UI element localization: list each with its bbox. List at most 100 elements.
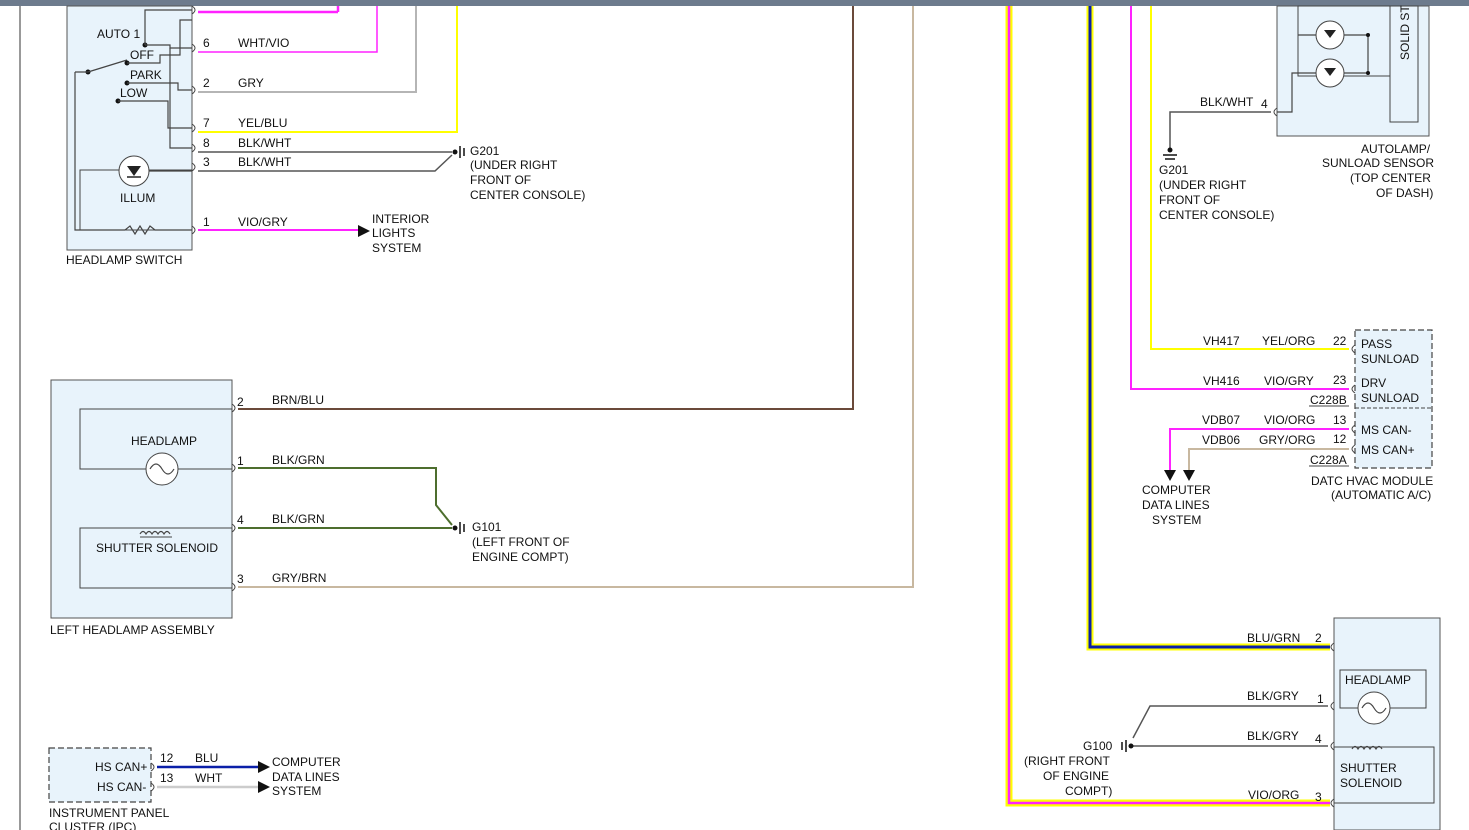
- switch-position-park: PARK: [130, 68, 162, 82]
- datc-dest: DATA LINES: [1142, 498, 1210, 512]
- wire-label-yel-org: YEL/ORG: [1262, 334, 1315, 348]
- pin-6: 6: [203, 36, 210, 50]
- g101-loc: (LEFT FRONT OF: [472, 535, 570, 549]
- datc-hvac-module: PASS SUNLOAD DRV SUNLOAD MS CAN- MS CAN+…: [1142, 329, 1433, 527]
- datc-ms-can-plus: MS CAN+: [1361, 443, 1415, 457]
- datc-drv-sunload: SUNLOAD: [1361, 391, 1419, 405]
- autolamp-name: (TOP CENTER: [1350, 171, 1431, 185]
- datc-pass: PASS: [1361, 337, 1392, 351]
- circuit-vdb07: VDB07: [1202, 413, 1240, 427]
- interior-lights-label: LIGHTS: [372, 226, 415, 240]
- ipc-wire-blu: BLU: [195, 751, 218, 765]
- datc-ms-can-minus: MS CAN-: [1361, 423, 1412, 437]
- wire-brn-blu: [238, 6, 854, 410]
- lh-pin-2: 2: [237, 395, 244, 409]
- lh-wire-gry-brn: GRY/BRN: [272, 571, 326, 585]
- pin-1: 1: [203, 215, 210, 229]
- ground-g100: G100 (RIGHT FRONT OF ENGINE COMPT): [1024, 739, 1134, 798]
- left-headlamp-label: HEADLAMP: [131, 434, 197, 448]
- pin-7: 7: [203, 116, 210, 130]
- wire-label-blk-wht-3: BLK/WHT: [238, 155, 292, 169]
- wire-gry: [198, 6, 417, 93]
- autolamp-name: OF DASH): [1376, 186, 1433, 200]
- wire-gry-brn: [238, 6, 914, 588]
- switch-position-off: OFF: [130, 48, 154, 62]
- connector-c228b: C228B: [1310, 393, 1347, 407]
- autolamp-name: AUTOLAMP/: [1361, 142, 1431, 156]
- left-headlamp-name: LEFT HEADLAMP ASSEMBLY: [50, 623, 215, 637]
- g201-right-loc: (UNDER RIGHT: [1159, 178, 1247, 192]
- rh-pin-3: 3: [1315, 790, 1322, 804]
- ipc-wire-wht: WHT: [195, 771, 223, 785]
- datc-dest: COMPUTER: [1142, 483, 1211, 497]
- wire-label-wht-vio: WHT/VIO: [238, 36, 289, 50]
- rh-wire-blk-gry-4: BLK/GRY: [1247, 729, 1299, 743]
- autolamp-sunload-sensor: SOLID ST 4 BLK/WHT AUTOLAMP/ SUNLOAD SEN…: [1169, 5, 1434, 200]
- right-headlamp-box: [1333, 617, 1441, 830]
- rh-pin-2: 2: [1315, 631, 1322, 645]
- wire-blk-grn-1: [238, 467, 453, 526]
- left-shutter-label: SHUTTER SOLENOID: [96, 541, 218, 555]
- g201-left-id: G201: [470, 144, 500, 158]
- rh-pin-1: 1: [1317, 692, 1324, 706]
- instrument-panel-cluster: HS CAN+ HS CAN- 12 BLU 13 WHT COMPUTER D…: [48, 747, 341, 830]
- ipc-hs-can-plus: HS CAN+: [95, 760, 147, 774]
- datc-name: (AUTOMATIC A/C): [1331, 488, 1431, 502]
- ground-g201-left: G201 (UNDER RIGHT FRONT OF CENTER CONSOL…: [452, 144, 585, 202]
- interior-lights-label: SYSTEM: [372, 241, 421, 255]
- lh-pin-1: 1: [237, 454, 244, 468]
- rh-wire-blu-grn: BLU/GRN: [1247, 631, 1300, 645]
- wire-blk-wht-3: [198, 154, 453, 172]
- datc-drv: DRV: [1361, 376, 1386, 390]
- right-headlamp-assembly: HEADLAMP SHUTTER SOLENOID: [1333, 617, 1441, 830]
- pin-8: 8: [203, 136, 210, 150]
- ground-g201-right: G201 (UNDER RIGHT FRONT OF CENTER CONSOL…: [1159, 147, 1274, 222]
- g201-right-loc: FRONT OF: [1159, 193, 1220, 207]
- datc-name: DATC HVAC MODULE: [1311, 474, 1433, 488]
- right-headlamp-label: HEADLAMP: [1345, 673, 1411, 687]
- pin-2: 2: [203, 76, 210, 90]
- wire-yel-blu: [198, 6, 458, 133]
- circuit-vh416: VH416: [1203, 374, 1240, 388]
- ipc-dest: COMPUTER: [272, 755, 341, 769]
- ipc-dest: DATA LINES: [272, 770, 340, 784]
- g201-left-loc: (UNDER RIGHT: [470, 158, 558, 172]
- lh-wire-blk-grn-4: BLK/GRN: [272, 512, 325, 526]
- rh-wire-vio-org: VIO/ORG: [1248, 788, 1299, 802]
- wiring-diagram: AUTO 1 OFF PARK LOW ILLUM HEADLAMP SWITC…: [19, 5, 1441, 830]
- autolamp-side-label: SOLID ST: [1398, 5, 1412, 60]
- arrow-interior-lights: [358, 225, 370, 237]
- left-headlamp-box: [50, 379, 233, 619]
- wire-label-vio-org-datc: VIO/ORG: [1264, 413, 1315, 427]
- rh-pin-4: 4: [1315, 732, 1322, 746]
- ipc-pin-12: 12: [160, 751, 174, 765]
- lh-wire-brn-blu: BRN/BLU: [272, 393, 324, 407]
- illum-label: ILLUM: [120, 191, 155, 205]
- datc-dest: SYSTEM: [1152, 513, 1201, 527]
- datc-pin-22: 22: [1333, 334, 1347, 348]
- g201-left-loc: CENTER CONSOLE): [470, 188, 585, 202]
- left-headlamp-assembly: HEADLAMP SHUTTER SOLENOID LEFT HEADLAMP …: [50, 379, 233, 637]
- datc-pass-sunload: SUNLOAD: [1361, 352, 1419, 366]
- g100-loc: COMPT): [1065, 784, 1112, 798]
- datc-pin-12: 12: [1333, 432, 1347, 446]
- autolamp-wire: BLK/WHT: [1200, 95, 1254, 109]
- right-shutter-label2: SOLENOID: [1340, 776, 1402, 790]
- ipc-dest: SYSTEM: [272, 784, 321, 798]
- g100-id: G100: [1083, 739, 1113, 753]
- wire-label-vio-gry-datc: VIO/GRY: [1264, 374, 1314, 388]
- pin-3: 3: [203, 155, 210, 169]
- circuit-vh417: VH417: [1203, 334, 1240, 348]
- ground-g101: G101 (LEFT FRONT OF ENGINE COMPT): [452, 520, 570, 564]
- wire-label-vio-gry: VIO/GRY: [238, 215, 288, 229]
- wire-label-yel-blu: YEL/BLU: [238, 116, 287, 130]
- datc-pin-23: 23: [1333, 373, 1347, 387]
- g201-right-id: G201: [1159, 163, 1189, 177]
- datc-pin-13: 13: [1333, 413, 1347, 427]
- ipc-name2: CLUSTER (IPC): [49, 820, 136, 830]
- lh-pin-3: 3: [237, 572, 244, 586]
- g201-right-loc: CENTER CONSOLE): [1159, 208, 1274, 222]
- lh-wire-blk-grn-1: BLK/GRN: [272, 453, 325, 467]
- interior-lights-label: INTERIOR: [372, 212, 430, 226]
- ipc-name: INSTRUMENT PANEL: [49, 806, 170, 820]
